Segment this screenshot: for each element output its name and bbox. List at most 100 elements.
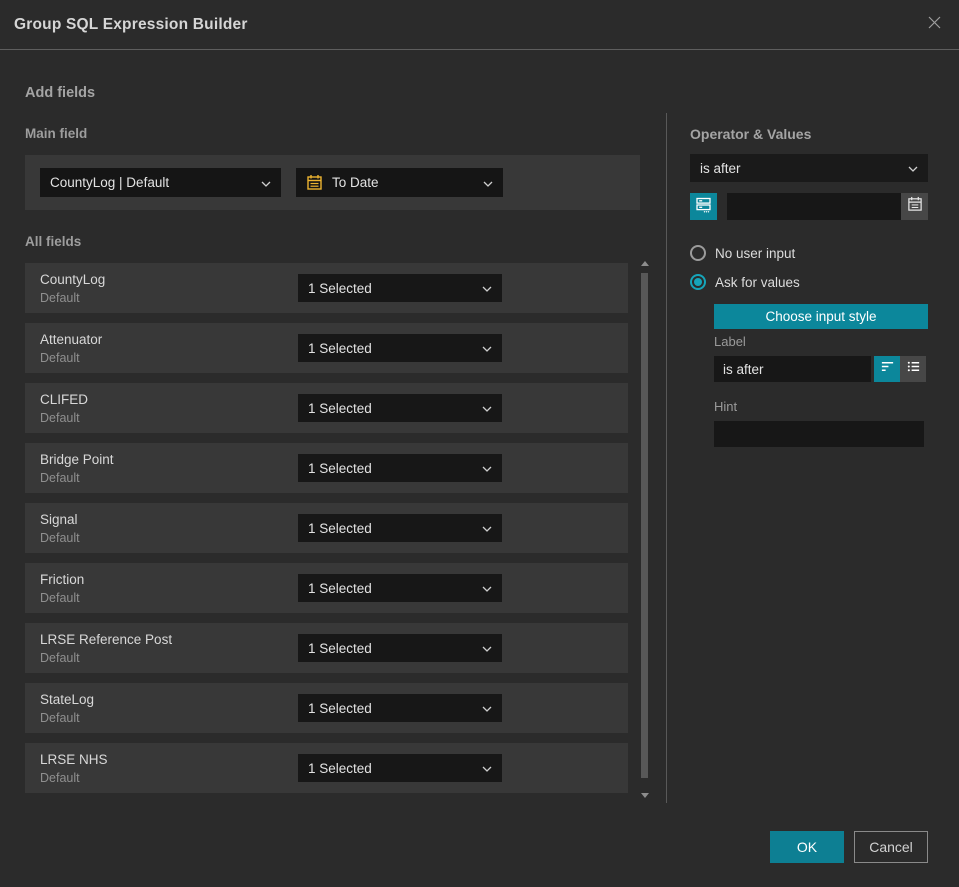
field-row: Attenuator Default 1 Selected xyxy=(25,323,628,373)
field-selected-dropdown[interactable]: 1 Selected xyxy=(298,394,502,422)
radio-circle-selected-icon xyxy=(690,274,706,290)
main-field-dropdown[interactable]: CountyLog | Default xyxy=(40,168,281,197)
label-input[interactable] xyxy=(714,356,871,382)
field-row: CountyLog Default 1 Selected xyxy=(25,263,628,313)
field-selected-value: 1 Selected xyxy=(308,400,372,416)
field-name: CLIFED xyxy=(40,392,89,407)
field-subtitle: Default xyxy=(40,771,80,785)
dialog-header: Group SQL Expression Builder xyxy=(0,0,959,50)
field-selected-dropdown[interactable]: 1 Selected xyxy=(298,514,502,542)
field-selected-dropdown[interactable]: 1 Selected xyxy=(298,754,502,782)
ok-button[interactable]: OK xyxy=(770,831,844,863)
date-field-dropdown[interactable]: To Date xyxy=(296,168,503,197)
chevron-down-icon xyxy=(482,519,492,537)
field-row: StateLog Default 1 Selected xyxy=(25,683,628,733)
field-selected-value: 1 Selected xyxy=(308,280,372,296)
chevron-down-icon xyxy=(483,174,493,192)
field-selected-value: 1 Selected xyxy=(308,640,372,656)
field-name: Friction xyxy=(40,572,85,587)
operator-values-heading: Operator & Values xyxy=(690,126,812,142)
field-name: LRSE Reference Post xyxy=(40,632,173,647)
operator-dropdown-value: is after xyxy=(700,160,741,176)
chevron-down-icon xyxy=(261,174,271,192)
group-sql-expression-builder-dialog: Group SQL Expression Builder Add fields … xyxy=(0,0,959,887)
radio-no-user-input[interactable]: No user input xyxy=(690,245,795,261)
close-icon xyxy=(926,14,943,36)
all-fields-list: CountyLog Default 1 Selected Attenuator … xyxy=(25,263,628,803)
field-name: Signal xyxy=(40,512,78,527)
field-name: StateLog xyxy=(40,692,95,707)
scrollbar-thumb[interactable] xyxy=(641,273,648,778)
field-selected-dropdown[interactable]: 1 Selected xyxy=(298,334,502,362)
scrollbar-down-arrow-icon[interactable] xyxy=(641,793,649,798)
bulleted-list-icon xyxy=(906,359,921,379)
field-name: LRSE NHS xyxy=(40,752,108,767)
choose-input-style-button[interactable]: Choose input style xyxy=(714,304,928,329)
panel-divider xyxy=(666,113,667,803)
dialog-title: Group SQL Expression Builder xyxy=(14,15,248,33)
radio-ask-for-values-label: Ask for values xyxy=(715,274,800,290)
field-selected-dropdown[interactable]: 1 Selected xyxy=(298,274,502,302)
field-subtitle: Default xyxy=(40,711,80,725)
list-scrollbar[interactable] xyxy=(640,261,651,798)
field-name: Bridge Point xyxy=(40,452,114,467)
field-row: LRSE Reference Post Default 1 Selected xyxy=(25,623,628,673)
value-input[interactable] xyxy=(727,193,901,220)
field-name: Attenuator xyxy=(40,332,103,347)
operator-dropdown[interactable]: is after xyxy=(690,154,928,182)
field-row: CLIFED Default 1 Selected xyxy=(25,383,628,433)
main-field-dropdown-value: CountyLog | Default xyxy=(50,175,170,190)
field-subtitle: Default xyxy=(40,531,80,545)
field-subtitle: Default xyxy=(40,351,80,365)
calendar-icon xyxy=(306,174,323,191)
scrollbar-up-arrow-icon[interactable] xyxy=(641,261,649,266)
field-selected-dropdown[interactable]: 1 Selected xyxy=(298,454,502,482)
hint-input[interactable] xyxy=(714,421,924,447)
field-name: CountyLog xyxy=(40,272,106,287)
field-selected-value: 1 Selected xyxy=(308,520,372,536)
field-selected-value: 1 Selected xyxy=(308,460,372,476)
field-selected-dropdown[interactable]: 1 Selected xyxy=(298,694,502,722)
stacked-list-icon xyxy=(695,196,712,218)
chevron-down-icon xyxy=(482,699,492,717)
field-selected-value: 1 Selected xyxy=(308,760,372,776)
field-selected-value: 1 Selected xyxy=(308,580,372,596)
chevron-down-icon xyxy=(482,339,492,357)
field-selected-dropdown[interactable]: 1 Selected xyxy=(298,574,502,602)
radio-ask-for-values[interactable]: Ask for values xyxy=(690,274,800,290)
close-button[interactable] xyxy=(926,14,943,36)
field-subtitle: Default xyxy=(40,471,80,485)
field-subtitle: Default xyxy=(40,651,80,665)
label-caption: Label xyxy=(714,334,746,349)
label-style-list-toggle[interactable] xyxy=(900,356,926,382)
chevron-down-icon xyxy=(908,159,918,177)
add-fields-heading: Add fields xyxy=(25,85,96,101)
unique-values-button[interactable] xyxy=(690,193,717,220)
field-row: LRSE NHS Default 1 Selected xyxy=(25,743,628,793)
all-fields-heading: All fields xyxy=(25,234,82,249)
radio-no-user-input-label: No user input xyxy=(715,245,796,261)
field-selected-value: 1 Selected xyxy=(308,340,372,356)
label-style-text-toggle[interactable] xyxy=(874,356,900,382)
chevron-down-icon xyxy=(482,459,492,477)
date-field-dropdown-value: To Date xyxy=(332,175,379,190)
calendar-icon xyxy=(907,196,923,217)
field-subtitle: Default xyxy=(40,591,80,605)
field-selected-dropdown[interactable]: 1 Selected xyxy=(298,634,502,662)
field-selected-value: 1 Selected xyxy=(308,700,372,716)
field-row: Friction Default 1 Selected xyxy=(25,563,628,613)
radio-circle-icon xyxy=(690,245,706,261)
main-field-heading: Main field xyxy=(25,126,88,141)
chevron-down-icon xyxy=(482,759,492,777)
field-subtitle: Default xyxy=(40,411,80,425)
cancel-button[interactable]: Cancel xyxy=(854,831,928,863)
chevron-down-icon xyxy=(482,639,492,657)
field-subtitle: Default xyxy=(40,291,80,305)
chevron-down-icon xyxy=(482,279,492,297)
chevron-down-icon xyxy=(482,399,492,417)
chevron-down-icon xyxy=(482,579,492,597)
date-picker-button[interactable] xyxy=(901,193,928,220)
field-row: Bridge Point Default 1 Selected xyxy=(25,443,628,493)
hint-caption: Hint xyxy=(714,399,738,414)
align-left-lines-icon xyxy=(880,359,895,379)
